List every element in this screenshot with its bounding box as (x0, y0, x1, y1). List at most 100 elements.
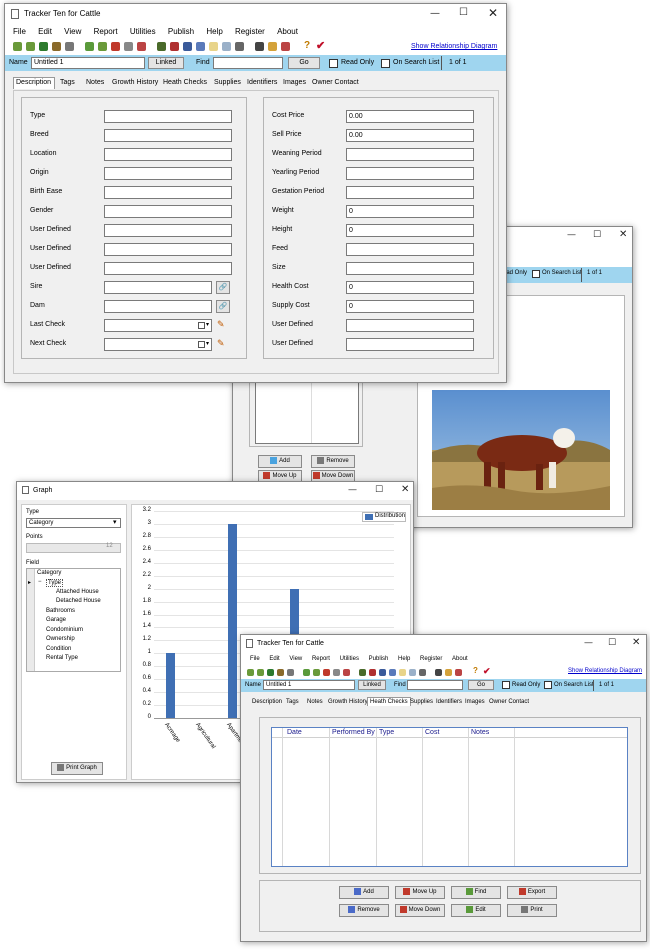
camera-icon[interactable] (435, 669, 442, 676)
column-header-date[interactable]: Date (287, 729, 302, 736)
tab-description[interactable]: Description (252, 699, 282, 705)
sell-price-field[interactable]: 0.00 (346, 129, 474, 142)
name-input[interactable]: Untitled 1 (31, 57, 145, 69)
tab-tags[interactable]: Tags (60, 79, 75, 86)
next-check-field[interactable] (104, 338, 212, 351)
remove-button[interactable]: Remove (339, 904, 389, 917)
health-cost-field[interactable]: 0 (346, 281, 474, 294)
user-defined-field-5[interactable] (346, 338, 474, 351)
menu-report[interactable]: Report (312, 653, 330, 666)
filter-icon[interactable] (65, 42, 74, 51)
tab-health-checks[interactable]: Heath Checks (163, 79, 207, 86)
delete-record-icon[interactable] (343, 669, 350, 676)
go-button[interactable]: Go (288, 57, 320, 69)
add-record-icon[interactable] (303, 669, 310, 676)
yearling-period-field[interactable] (346, 167, 474, 180)
tree-row-condition[interactable]: Condition (46, 646, 71, 652)
tab-notes[interactable]: Notes (307, 699, 323, 705)
maximize-icon[interactable]: ☐ (608, 638, 616, 648)
list-icon[interactable] (196, 42, 205, 51)
menu-utilities[interactable]: Utilities (340, 653, 359, 666)
menu-publish[interactable]: Publish (369, 653, 389, 666)
location-field[interactable] (104, 148, 232, 161)
tree-row-bathrooms[interactable]: Bathrooms (46, 608, 75, 614)
tree-row-type[interactable]: Type (46, 579, 64, 587)
form-icon[interactable] (409, 669, 416, 676)
close-icon[interactable]: ✕ (632, 637, 640, 648)
minimize-icon[interactable]: — (430, 8, 440, 19)
prev-record-icon[interactable] (257, 669, 264, 676)
user-defined-field-2[interactable] (104, 243, 232, 256)
cost-price-field[interactable]: 0.00 (346, 110, 474, 123)
last-record-icon[interactable] (277, 669, 284, 676)
maximize-icon[interactable]: ☐ (375, 485, 383, 495)
menu-utilities[interactable]: Utilities (130, 24, 156, 39)
help-icon[interactable]: ? (304, 40, 310, 51)
remove-image-button[interactable]: Remove (311, 455, 355, 468)
tab-owner-contact[interactable]: Owner Contact (489, 699, 529, 705)
weight-field[interactable]: 0 (346, 205, 474, 218)
next-record-icon[interactable] (39, 42, 48, 51)
show-relationship-link[interactable]: Show Relationship Diagram (568, 668, 642, 674)
last-check-calendar-icon[interactable] (198, 322, 205, 329)
gallery-icon[interactable] (455, 669, 462, 676)
copy-record-icon[interactable] (111, 42, 120, 51)
tab-owner-contact[interactable]: Owner Contact (312, 79, 359, 86)
name-input[interactable]: Untitled 1 (263, 680, 355, 690)
first-record-icon[interactable] (247, 669, 254, 676)
column-header-notes[interactable]: Notes (471, 729, 489, 736)
tab-growth-history[interactable]: Growth History (112, 79, 158, 86)
next-check-calendar-icon[interactable] (198, 341, 205, 348)
print-button[interactable]: Print (507, 904, 557, 917)
export-button[interactable]: Export (507, 886, 557, 899)
duplicate-icon[interactable] (333, 669, 340, 676)
menu-edit[interactable]: Edit (269, 653, 279, 666)
import-icon[interactable] (359, 669, 366, 676)
health-checks-table[interactable]: Date Performed By Type Cost Notes (271, 727, 628, 867)
check-icon[interactable]: ✔ (316, 39, 325, 52)
tree-row-detached-house[interactable]: Detached House (56, 598, 101, 604)
menu-view[interactable]: View (289, 653, 302, 666)
type-select[interactable]: Category (26, 518, 121, 528)
last-check-chevron-down-icon[interactable]: ▾ (206, 321, 209, 328)
origin-field[interactable] (104, 167, 232, 180)
check-icon[interactable]: ✔ (483, 666, 491, 677)
print-icon[interactable] (419, 669, 426, 676)
list-icon[interactable] (389, 669, 396, 676)
image-icon[interactable] (445, 669, 452, 676)
weaning-period-field[interactable] (346, 148, 474, 161)
tab-identifiers[interactable]: Identifiers (247, 79, 277, 86)
edit-record-icon[interactable] (313, 669, 320, 676)
close-icon[interactable]: ✕ (619, 229, 627, 240)
column-header-performed-by[interactable]: Performed By (332, 729, 375, 736)
menu-help[interactable]: Help (206, 24, 222, 39)
menu-view[interactable]: View (64, 24, 81, 39)
tree-row-ownership[interactable]: Ownership (46, 636, 75, 642)
search-list-checkbox[interactable] (381, 59, 390, 68)
move-down-button[interactable]: Move Down (395, 904, 445, 917)
tree-row-attached-house[interactable]: Attached House (56, 589, 99, 595)
birth-ease-field[interactable] (104, 186, 232, 199)
dam-field[interactable] (104, 300, 212, 313)
menu-publish[interactable]: Publish (168, 24, 194, 39)
form-icon[interactable] (222, 42, 231, 51)
column-header-type[interactable]: Type (379, 729, 394, 736)
minimize-icon[interactable]: — (584, 638, 593, 648)
gender-field[interactable] (104, 205, 232, 218)
tab-notes[interactable]: Notes (86, 79, 104, 86)
next-check-chevron-down-icon[interactable]: ▾ (206, 340, 209, 347)
camera-icon[interactable] (255, 42, 264, 51)
maximize-icon[interactable]: ☐ (593, 230, 601, 240)
tab-description[interactable]: Description (13, 77, 55, 89)
minimize-icon[interactable]: — (567, 230, 576, 240)
close-icon[interactable]: ✕ (401, 484, 409, 495)
menu-register[interactable]: Register (235, 24, 265, 39)
linked-button[interactable]: Linked (148, 57, 184, 69)
menu-help[interactable]: Help (398, 653, 410, 666)
add-record-icon[interactable] (85, 42, 94, 51)
next-record-icon[interactable] (267, 669, 274, 676)
grid-icon[interactable] (183, 42, 192, 51)
tree-row-condominium[interactable]: Condominium (46, 627, 83, 633)
menu-file[interactable]: File (250, 653, 260, 666)
last-check-field[interactable] (104, 319, 212, 332)
